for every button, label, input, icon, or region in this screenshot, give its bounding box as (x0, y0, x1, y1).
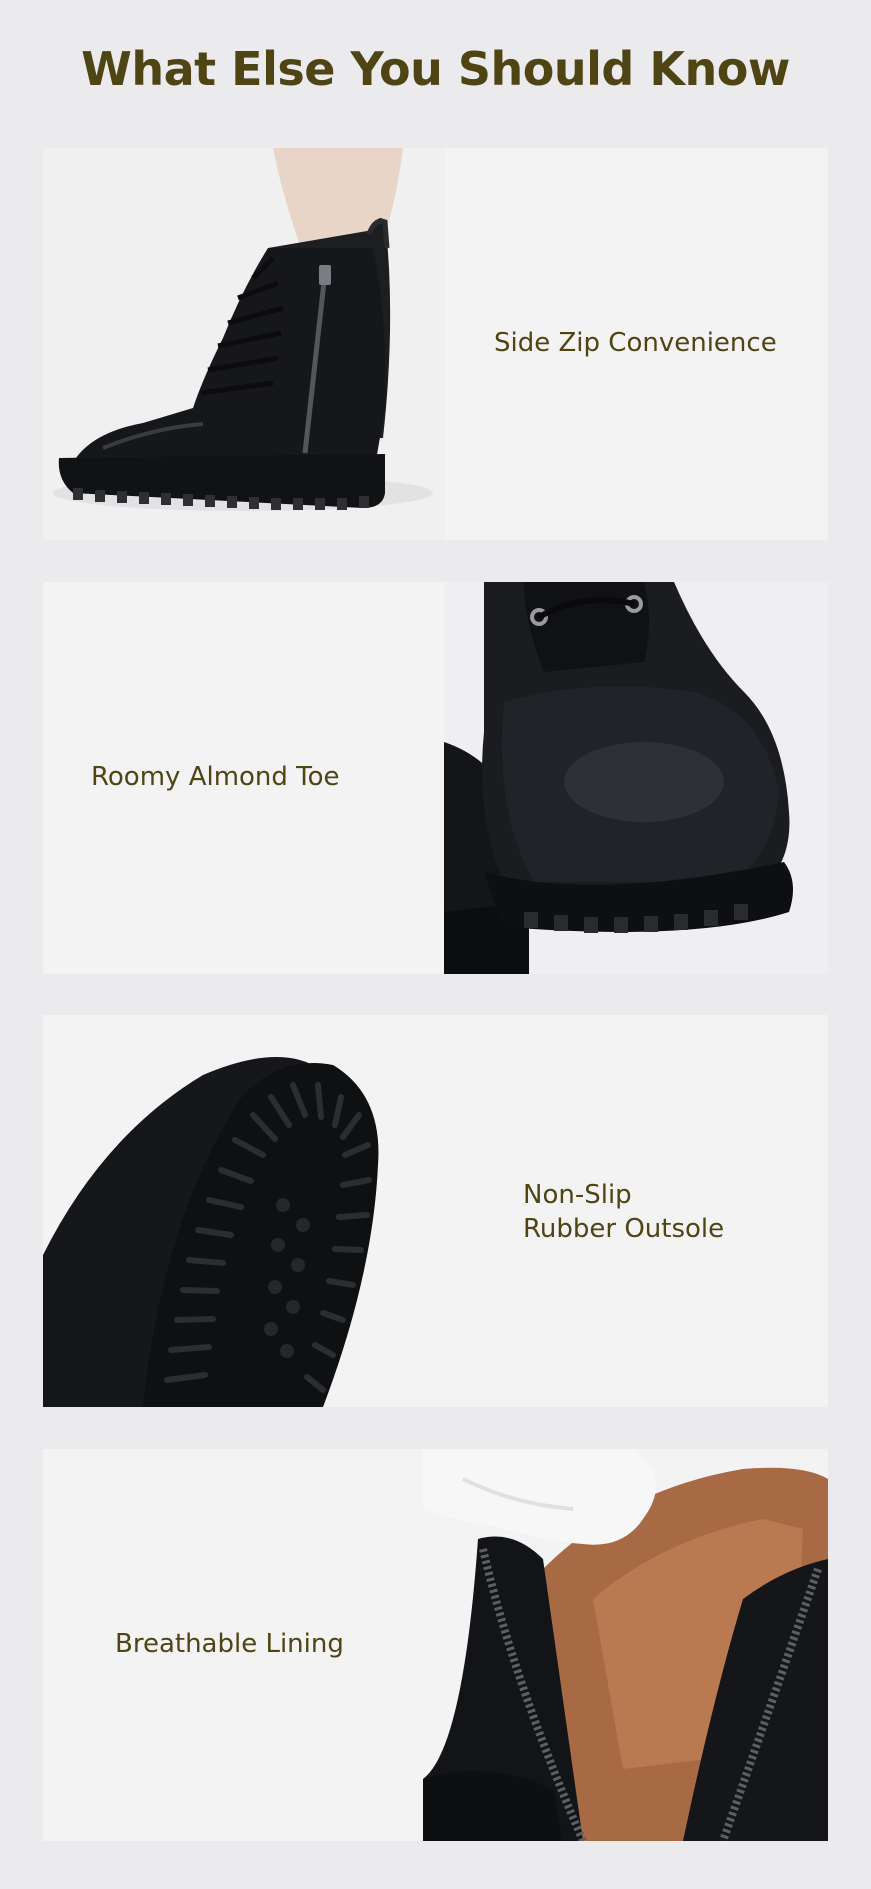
boot-outsole-photo (43, 1015, 445, 1407)
feature-label-line: Side Zip Convenience (494, 328, 777, 358)
feature-card-almond-toe: Roomy Almond Toe (43, 582, 828, 974)
feature-label-line: Rubber Outsole (523, 1214, 725, 1244)
feature-label-outsole: Non-Slip Rubber Outsole (523, 1178, 724, 1246)
boot-side-zip-photo (43, 148, 445, 540)
feature-label-line: Breathable Lining (115, 1629, 344, 1659)
boot-toe-photo (444, 582, 828, 974)
feature-label-lining: Breathable Lining (115, 1627, 344, 1661)
feature-label-almond-toe: Roomy Almond Toe (91, 760, 340, 794)
feature-card-side-zip: Side Zip Convenience (43, 148, 828, 540)
feature-label-line: Roomy Almond Toe (91, 762, 340, 792)
feature-card-outsole: Non-Slip Rubber Outsole (43, 1015, 828, 1407)
feature-label-line: Non-Slip (523, 1180, 632, 1210)
boot-lining-photo (423, 1449, 828, 1841)
feature-label-side-zip: Side Zip Convenience (494, 326, 777, 360)
page-title: What Else You Should Know (81, 42, 790, 96)
feature-card-lining: Breathable Lining (43, 1449, 828, 1841)
